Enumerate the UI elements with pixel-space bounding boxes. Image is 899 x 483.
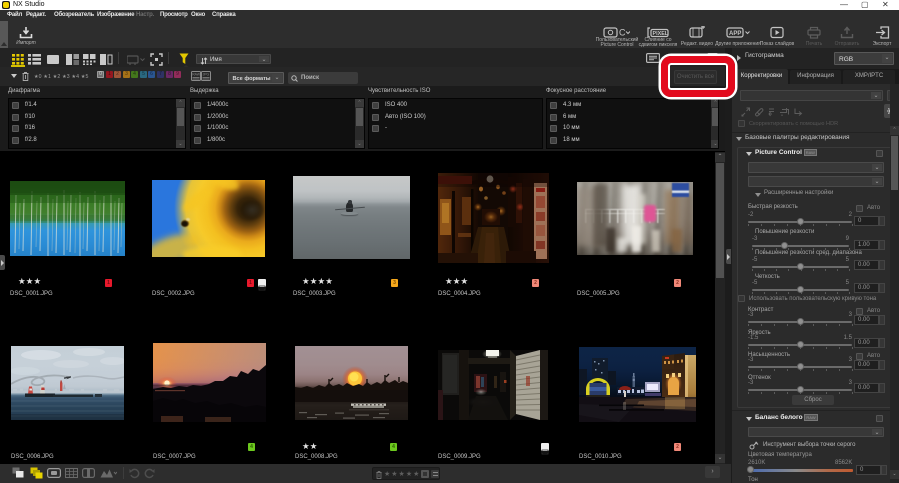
svg-text:APP: APP	[729, 31, 741, 37]
svg-text:RAW: RAW	[192, 73, 201, 77]
svg-text:C: C	[619, 28, 626, 38]
svg-text:JPG: JPG	[203, 73, 210, 77]
